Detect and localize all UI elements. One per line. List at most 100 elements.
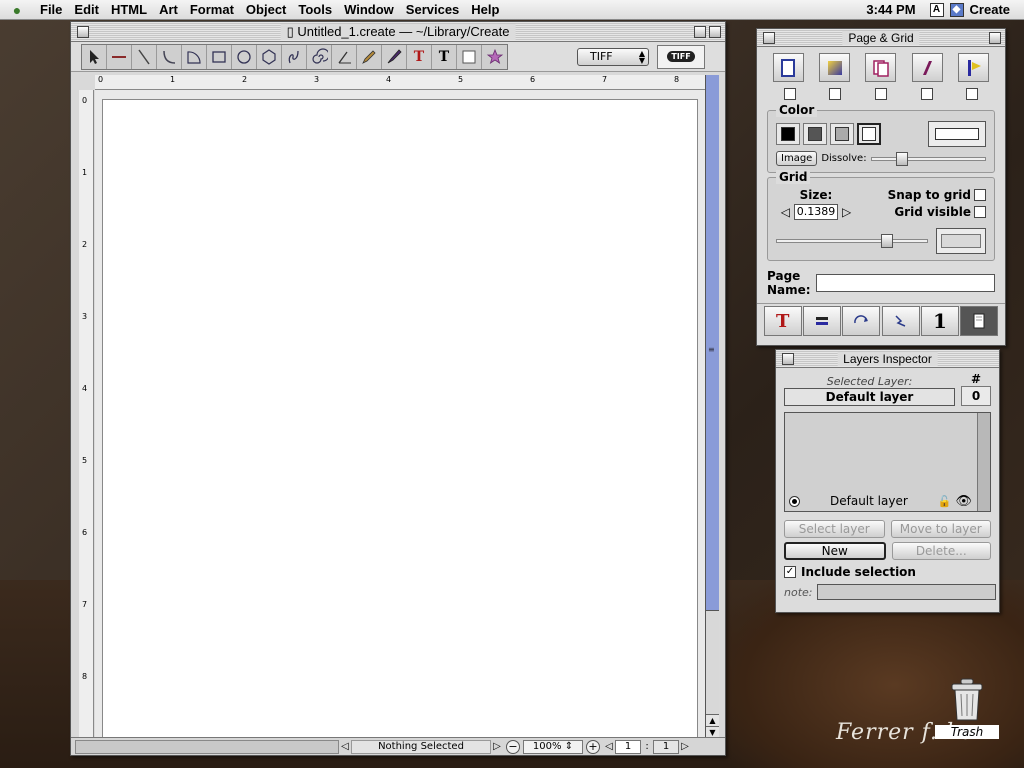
- layer-row[interactable]: Default layer 🔓 👁: [785, 491, 976, 511]
- scroll-thumb-grip-icon[interactable]: ≡: [708, 345, 715, 354]
- menu-window[interactable]: Window: [338, 0, 400, 20]
- page-guide-icon[interactable]: [958, 53, 990, 82]
- horizontal-ruler[interactable]: 0 1 2 3 4 5 6 7 8: [95, 75, 707, 90]
- link-inspector-icon[interactable]: [881, 306, 920, 336]
- arc-tool-icon[interactable]: [182, 44, 207, 69]
- menu-tools[interactable]: Tools: [292, 0, 338, 20]
- page-color-well[interactable]: [928, 121, 986, 147]
- select-layer-button[interactable]: Select layer: [784, 520, 885, 538]
- text-inspector-icon[interactable]: T: [763, 306, 802, 336]
- grid-visible-checkbox[interactable]: [974, 206, 986, 218]
- scroll-track[interactable]: ▲ ▼: [706, 610, 719, 738]
- snap-to-grid-checkbox[interactable]: [974, 189, 986, 201]
- horizontal-line-tool-icon[interactable]: [107, 44, 132, 69]
- menu-edit[interactable]: Edit: [68, 0, 105, 20]
- document-page[interactable]: [102, 99, 698, 739]
- zoom-level-field[interactable]: 100% ⇕: [523, 739, 583, 754]
- text-flow-tool-icon[interactable]: T: [432, 44, 457, 69]
- export-format-select[interactable]: TIFF ▲ ▼: [577, 47, 649, 66]
- page-slant-icon[interactable]: [911, 53, 943, 82]
- rectangle-tool-icon[interactable]: [207, 44, 232, 69]
- zoom-out-icon[interactable]: −: [506, 739, 520, 754]
- page-number-field[interactable]: 1: [615, 739, 641, 754]
- page-border-checkbox[interactable]: [783, 88, 796, 100]
- size-increment-icon[interactable]: ▷: [842, 205, 851, 219]
- image-button[interactable]: Image: [776, 151, 818, 166]
- page-inspector-icon[interactable]: [960, 306, 999, 336]
- layer-active-radio[interactable]: [789, 495, 800, 507]
- vertical-scrollbar[interactable]: ≡ ▲ ▼: [705, 75, 719, 738]
- vertical-ruler[interactable]: 0 1 2 3 4 5 6 7 8: [79, 90, 94, 738]
- lock-icon[interactable]: 🔓: [938, 495, 952, 508]
- align-inspector-icon[interactable]: [802, 306, 841, 336]
- next-page-icon[interactable]: ▷: [679, 741, 691, 752]
- anchor-tool-icon[interactable]: [332, 44, 357, 69]
- pencil-tool-icon[interactable]: [357, 44, 382, 69]
- zoom-in-icon[interactable]: +: [586, 739, 600, 754]
- eye-icon[interactable]: 👁: [955, 494, 972, 509]
- dissolve-slider[interactable]: [870, 151, 986, 166]
- horizontal-scrollbar[interactable]: [75, 739, 339, 754]
- scroll-up-arrow-icon[interactable]: ▲: [706, 714, 719, 726]
- page-master-checkbox[interactable]: [874, 88, 887, 100]
- menu-art[interactable]: Art: [153, 0, 184, 20]
- page-background-icon[interactable]: [819, 53, 851, 82]
- grid-size-slider[interactable]: [776, 234, 928, 248]
- layers-close-button[interactable]: [782, 352, 794, 365]
- export-format-badge[interactable]: TIFF: [657, 44, 705, 69]
- close-button[interactable]: [77, 25, 89, 38]
- trash-icon[interactable]: [950, 678, 984, 722]
- arrow-tool-icon[interactable]: [82, 44, 107, 69]
- diagonal-line-tool-icon[interactable]: [132, 44, 157, 69]
- layers-inspector-titlebar[interactable]: Layers Inspector: [776, 350, 999, 368]
- menu-help[interactable]: Help: [465, 0, 505, 20]
- include-selection-checkbox[interactable]: ✓: [784, 566, 796, 578]
- move-to-layer-button[interactable]: Move to layer: [890, 520, 991, 538]
- scroll-right-arrow-icon[interactable]: ▷: [491, 741, 503, 752]
- oval-tool-icon[interactable]: [232, 44, 257, 69]
- page-slant-checkbox[interactable]: [920, 88, 933, 100]
- number-inspector-icon[interactable]: 1: [920, 306, 959, 336]
- document-titlebar[interactable]: ▯ Untitled_1.create — ~/Library/Create: [71, 22, 725, 42]
- black-swatch[interactable]: [776, 123, 800, 145]
- menu-clock[interactable]: 3:44 PM: [858, 2, 923, 17]
- scroll-left-arrow-icon[interactable]: ◁: [339, 741, 351, 752]
- apple-menu-icon[interactable]: ●: [0, 2, 34, 18]
- menu-file[interactable]: File: [34, 0, 68, 20]
- star-tool-icon[interactable]: [482, 45, 507, 69]
- page-master-icon[interactable]: [865, 53, 897, 82]
- size-decrement-icon[interactable]: ◁: [781, 205, 790, 219]
- app-switcher-label[interactable]: Create: [970, 2, 1010, 17]
- spiral-tool-icon[interactable]: [307, 44, 332, 69]
- trash-label[interactable]: Trash: [935, 725, 999, 739]
- previous-page-icon[interactable]: ◁: [603, 741, 615, 752]
- collapse-button[interactable]: [709, 25, 721, 38]
- layers-list-scrollbar[interactable]: [977, 413, 990, 511]
- page-grid-titlebar[interactable]: Page & Grid: [757, 29, 1005, 47]
- transform-inspector-icon[interactable]: [842, 306, 881, 336]
- dissolve-slider-knob[interactable]: [895, 151, 908, 166]
- text-tool-icon[interactable]: T: [407, 44, 432, 69]
- brush-tool-icon[interactable]: [382, 44, 407, 69]
- zoom-button[interactable]: [694, 25, 706, 38]
- dark-gray-swatch[interactable]: [803, 123, 827, 145]
- grid-size-field[interactable]: 0.1389: [794, 204, 838, 220]
- delete-layer-button[interactable]: Delete...: [891, 542, 991, 560]
- app-switcher-icon[interactable]: ◆: [949, 2, 964, 17]
- grid-color-well[interactable]: [936, 228, 986, 254]
- grid-size-slider-knob[interactable]: [881, 234, 893, 248]
- frame-tool-icon[interactable]: [457, 44, 482, 69]
- new-layer-button[interactable]: New: [784, 542, 886, 560]
- light-gray-swatch[interactable]: [830, 123, 854, 145]
- page-guide-checkbox[interactable]: [966, 88, 979, 100]
- page-grid-close-button[interactable]: [763, 31, 775, 44]
- trash[interactable]: Trash: [935, 678, 999, 739]
- menu-object[interactable]: Object: [240, 0, 292, 20]
- menu-html[interactable]: HTML: [105, 0, 153, 20]
- canvas-area[interactable]: [95, 90, 707, 739]
- keyboard-layout-icon[interactable]: A: [929, 2, 944, 17]
- page-border-icon[interactable]: [772, 53, 804, 82]
- layers-list[interactable]: Default layer 🔓 👁: [784, 412, 991, 512]
- note-input[interactable]: [816, 584, 996, 600]
- white-swatch[interactable]: [857, 123, 881, 145]
